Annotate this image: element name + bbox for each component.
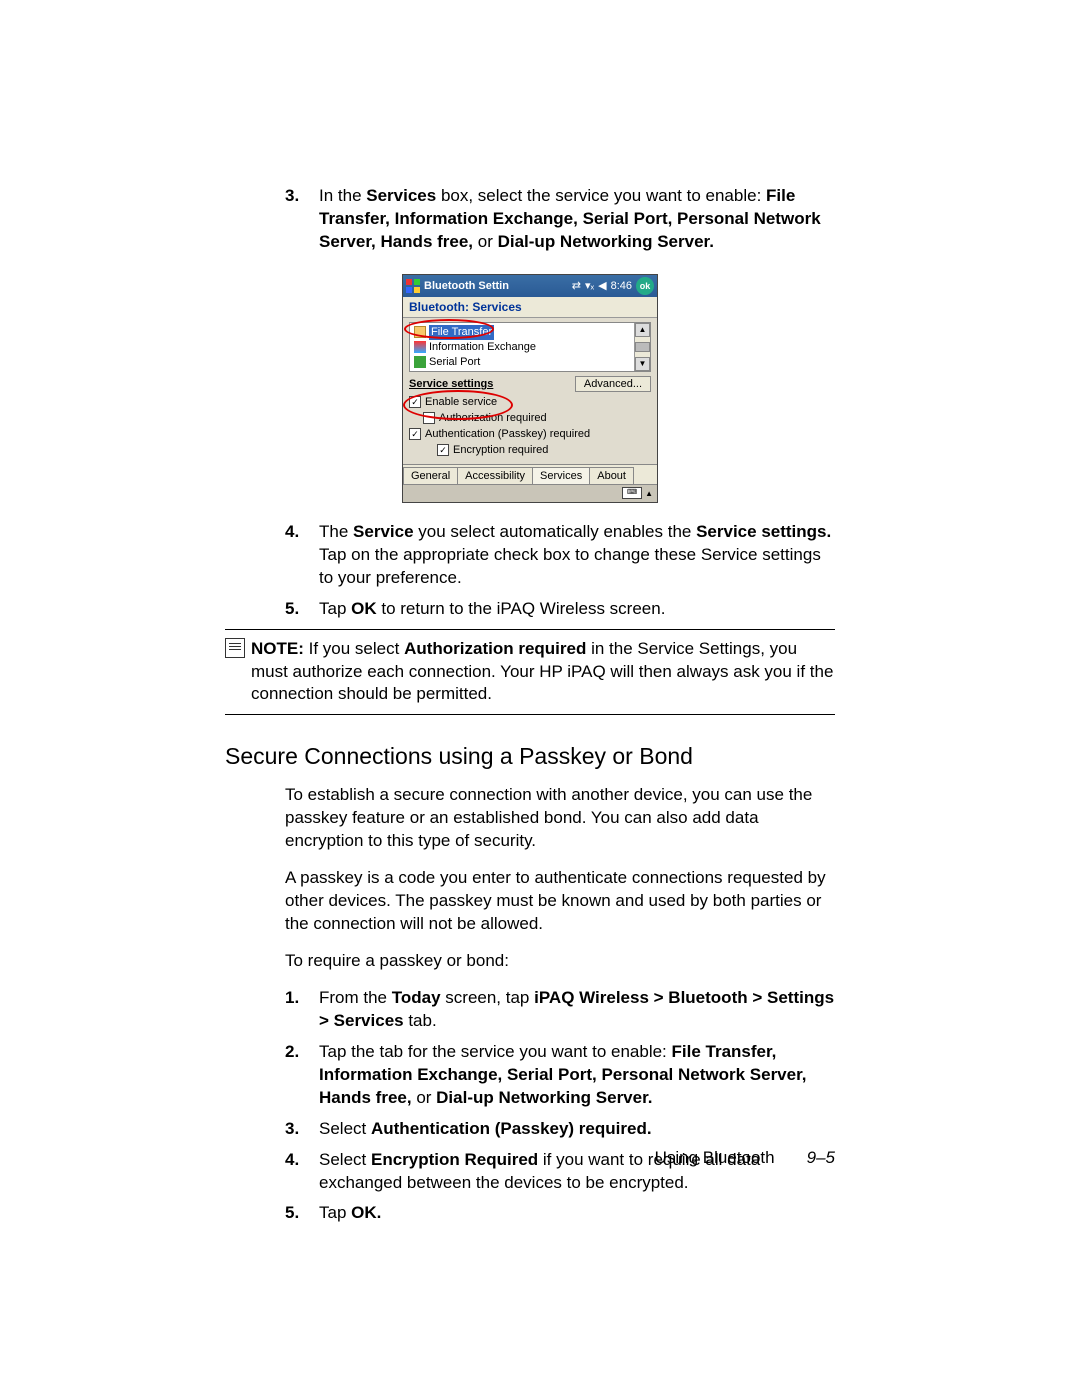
scroll-up-button[interactable]: ▲ <box>635 323 650 337</box>
sip-bar: ⌨ ▲ <box>403 484 657 502</box>
steps-list-b: 1. From the Today screen, tap iPAQ Wirel… <box>285 987 835 1225</box>
signal-icon[interactable]: ▾ₓ <box>585 279 594 292</box>
step-text: Tap the tab for the service you want to … <box>319 1041 835 1110</box>
service-settings-row: Service settings Advanced... <box>403 374 657 392</box>
service-item-file-transfer[interactable]: File Transfer <box>414 325 632 340</box>
volume-icon[interactable]: ◀ <box>598 279 606 292</box>
step-number: 5. <box>285 598 319 621</box>
note-text: NOTE: If you select Authorization requir… <box>251 638 835 707</box>
tab-accessibility[interactable]: Accessibility <box>457 467 533 484</box>
service-settings-label: Service settings <box>409 378 493 390</box>
card-icon <box>414 341 426 353</box>
device-screenshot: Bluetooth Settin ⇄ ▾ₓ ◀ 8:46 ok Bluetoot… <box>225 274 835 503</box>
checkbox-icon[interactable]: ✓ <box>409 396 421 408</box>
tab-general[interactable]: General <box>403 467 458 484</box>
scrollbar[interactable]: ▲ ▼ <box>634 323 650 371</box>
paragraph: To establish a secure connection with an… <box>285 784 835 853</box>
titlebar: Bluetooth Settin ⇄ ▾ₓ ◀ 8:46 ok <box>403 275 657 297</box>
checkbox-group: ✓ Enable service Authorization required … <box>403 392 657 464</box>
tabs: General Accessibility Services About <box>403 464 657 484</box>
step-3: 3. In the Services box, select the servi… <box>285 185 835 254</box>
note-block: NOTE: If you select Authorization requir… <box>225 638 835 707</box>
scroll-down-button[interactable]: ▼ <box>635 357 650 371</box>
checkbox-icon[interactable]: ✓ <box>409 428 421 440</box>
start-icon[interactable] <box>406 279 420 293</box>
bluetooth-services-header: Bluetooth: Services <box>403 297 657 318</box>
step-text: Tap OK to return to the iPAQ Wireless sc… <box>319 598 835 621</box>
step-number: 3. <box>285 1118 319 1141</box>
service-item-serial-port[interactable]: Serial Port <box>414 355 632 370</box>
step-4: 4. The Service you select automatically … <box>285 521 835 590</box>
step-b1: 1. From the Today screen, tap iPAQ Wirel… <box>285 987 835 1033</box>
step-b2: 2. Tap the tab for the service you want … <box>285 1041 835 1110</box>
steps-list-a: 3. In the Services box, select the servi… <box>285 185 835 254</box>
checkbox-encryption[interactable]: ✓ Encryption required <box>409 442 651 458</box>
tab-services[interactable]: Services <box>532 467 590 484</box>
step-number: 4. <box>285 521 319 590</box>
sip-menu-icon[interactable]: ▲ <box>645 489 653 498</box>
checkbox-icon[interactable] <box>423 412 435 424</box>
step-text: Tap OK. <box>319 1202 835 1225</box>
checkbox-icon[interactable]: ✓ <box>437 444 449 456</box>
service-item-info-exchange[interactable]: Information Exchange <box>414 340 632 355</box>
checkbox-authentication[interactable]: ✓ Authentication (Passkey) required <box>409 426 651 442</box>
tab-about[interactable]: About <box>589 467 634 484</box>
page-number: 9–5 <box>807 1148 835 1168</box>
advanced-button[interactable]: Advanced... <box>575 376 651 392</box>
time-label: 8:46 <box>611 280 632 292</box>
section-heading: Secure Connections using a Passkey or Bo… <box>225 743 835 770</box>
folder-icon <box>414 326 426 338</box>
step-text: The Service you select automatically ena… <box>319 521 835 590</box>
step-text: From the Today screen, tap iPAQ Wireless… <box>319 987 835 1033</box>
step-b3: 3. Select Authentication (Passkey) requi… <box>285 1118 835 1141</box>
chapter-title: Using Bluetooth <box>655 1148 775 1168</box>
keyboard-icon[interactable]: ⌨ <box>622 487 642 499</box>
checkbox-authorization[interactable]: Authorization required <box>409 410 651 426</box>
page-footer: Using Bluetooth 9–5 <box>225 1148 835 1168</box>
ok-button[interactable]: ok <box>636 277 654 295</box>
divider <box>225 629 835 630</box>
step-b5: 5. Tap OK. <box>285 1202 835 1225</box>
services-listbox[interactable]: File Transfer Information Exchange Seria… <box>409 322 651 372</box>
ipaq-window: Bluetooth Settin ⇄ ▾ₓ ◀ 8:46 ok Bluetoot… <box>402 274 658 503</box>
checkbox-enable-service[interactable]: ✓ Enable service <box>409 394 651 410</box>
step-number: 5. <box>285 1202 319 1225</box>
divider <box>225 714 835 715</box>
steps-list-a-cont: 4. The Service you select automatically … <box>285 521 835 621</box>
step-5: 5. Tap OK to return to the iPAQ Wireless… <box>285 598 835 621</box>
page-content: 3. In the Services box, select the servi… <box>225 185 835 1233</box>
step-number: 1. <box>285 987 319 1033</box>
port-icon <box>414 356 426 368</box>
scroll-thumb[interactable] <box>635 342 650 352</box>
step-number: 2. <box>285 1041 319 1110</box>
paragraph: To require a passkey or bond: <box>285 950 835 973</box>
note-icon <box>225 638 245 658</box>
connectivity-icon[interactable]: ⇄ <box>572 279 581 292</box>
window-title: Bluetooth Settin <box>424 280 509 292</box>
step-text: In the Services box, select the service … <box>319 185 835 254</box>
step-text: Select Authentication (Passkey) required… <box>319 1118 835 1141</box>
paragraph: A passkey is a code you enter to authent… <box>285 867 835 936</box>
step-number: 3. <box>285 185 319 254</box>
